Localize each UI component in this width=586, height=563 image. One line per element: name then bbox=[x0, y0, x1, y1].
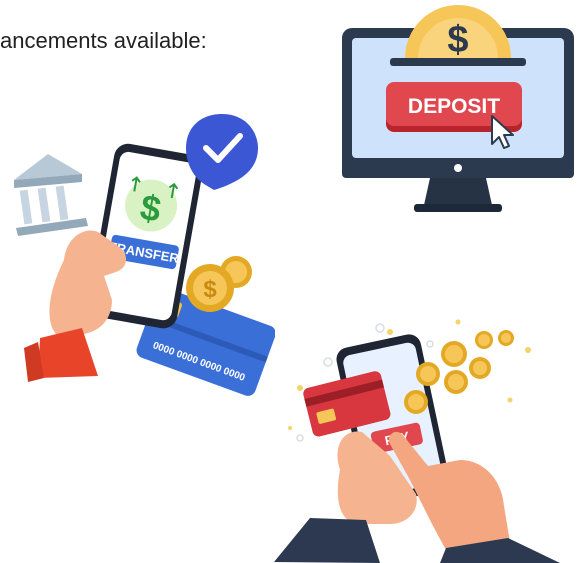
caption-text: ancements available: bbox=[0, 28, 207, 53]
bank-icon bbox=[14, 154, 88, 236]
deposit-illustration: $ DEPOSIT bbox=[342, 5, 574, 212]
coin-icon bbox=[404, 330, 514, 414]
pay-illustration: PAY bbox=[274, 319, 560, 563]
page: ancements available: $ DEPOSIT 0000 0000… bbox=[0, 0, 586, 563]
coin-icon: $ bbox=[405, 5, 511, 61]
hand-icon bbox=[24, 230, 127, 382]
deposit-button-label: DEPOSIT bbox=[408, 95, 500, 118]
coin-dollar-symbol: $ bbox=[203, 276, 217, 303]
transfer-illustration: 0000 0000 0000 0000 $ TRANSFER $ bbox=[14, 114, 275, 396]
coin-dollar-symbol: $ bbox=[447, 19, 468, 61]
coin-icon: $ bbox=[186, 256, 252, 312]
